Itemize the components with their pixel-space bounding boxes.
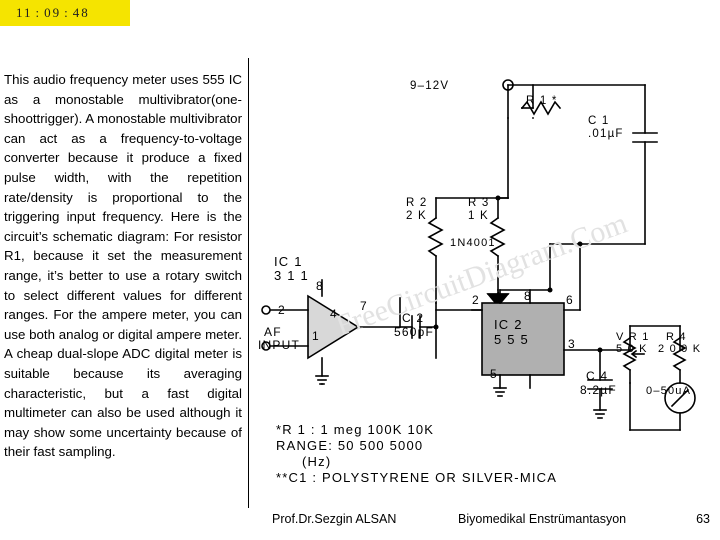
label-input-line1: AF	[264, 325, 282, 339]
label-ic1-pin7: 7	[360, 299, 368, 313]
note-line1: *R 1 : 1 meg 100K 10K	[276, 422, 434, 437]
label-c1-line2: .01µF	[588, 128, 624, 140]
label-c2-line2: 560pF	[394, 325, 434, 339]
body-text-panel: This audio frequency meter uses 555 IC a…	[4, 70, 242, 500]
timer-separator-2: :	[64, 5, 70, 20]
timer-hours: 11	[16, 5, 33, 20]
label-c4-line2: 8.2µF	[580, 383, 617, 397]
label-ic1-pin8: 8	[316, 279, 324, 293]
timer-seconds: 48	[72, 5, 90, 20]
label-r3-line1: R 3	[468, 197, 490, 209]
label-ic2-pin4: 4	[494, 289, 502, 303]
label-ic1-line1: IC 1	[274, 254, 303, 269]
label-ic1-pin1: 1	[312, 329, 320, 343]
note-line3: (Hz)	[302, 454, 331, 469]
label-r2-line2: 2 K	[406, 210, 427, 222]
label-r2-line1: R 2	[406, 197, 428, 209]
label-vr1-line2: 5 0 K	[616, 343, 648, 355]
timer-badge: 11 : 09 : 48	[0, 0, 130, 26]
circuit-schematic: 9–12V R 1 * C 1 .01µF R 2 2 K R 3 1 K 1N…	[250, 58, 720, 508]
label-ic2-pin8: 8	[524, 289, 532, 303]
label-c4-line1: C 4	[586, 369, 608, 383]
footer-author: Prof.Dr.Sezgin ALSAN	[272, 512, 397, 526]
footer-page-number: 63	[696, 512, 710, 526]
body-paragraph: This audio frequency meter uses 555 IC a…	[4, 72, 243, 460]
label-r3-line2: 1 K	[468, 210, 489, 222]
timer-separator-1: :	[35, 5, 42, 20]
label-r4-line1: R 4	[666, 331, 687, 343]
label-ic1-pin2: 2	[278, 303, 286, 317]
slide-root: 11 : 09 : 48 This audio frequency meter …	[0, 0, 720, 540]
label-input-line2: INPUT	[258, 338, 300, 352]
label-ic2-line2: 5 5 5	[494, 332, 529, 347]
label-ic1-line2: 3 1 1	[274, 268, 309, 283]
label-ic2-pin6: 6	[566, 293, 574, 307]
label-meter: 0–50uA	[646, 385, 691, 397]
label-ic2-pin2: 2	[472, 293, 480, 307]
label-r1: R 1 *	[526, 95, 558, 107]
label-r4-line2: 2 0 0 K	[658, 343, 701, 355]
slide-footer: Prof.Dr.Sezgin ALSAN Biyomedikal Enstrüm…	[0, 512, 720, 534]
label-ic1-pin4: 4	[330, 307, 338, 321]
label-ic2-pin5: 5	[490, 367, 498, 381]
label-c1-line1: C 1	[588, 115, 610, 127]
label-vr1-line1: V R 1	[616, 331, 650, 343]
label-c2-line1: C 2	[402, 311, 424, 325]
vertical-divider	[248, 58, 249, 508]
label-ic2-pin3: 3	[568, 337, 576, 351]
timer-minutes: 09	[44, 5, 62, 20]
note-line4: **C1 : POLYSTYRENE OR SILVER-MICA	[276, 470, 557, 485]
label-ic2-line1: IC 2	[494, 317, 523, 332]
label-supply: 9–12V	[410, 80, 449, 92]
label-diode: 1N4001	[450, 237, 496, 249]
note-line2: RANGE: 50 500 5000	[276, 438, 423, 453]
footer-course: Biyomedikal Enstrümantasyon	[458, 512, 627, 526]
